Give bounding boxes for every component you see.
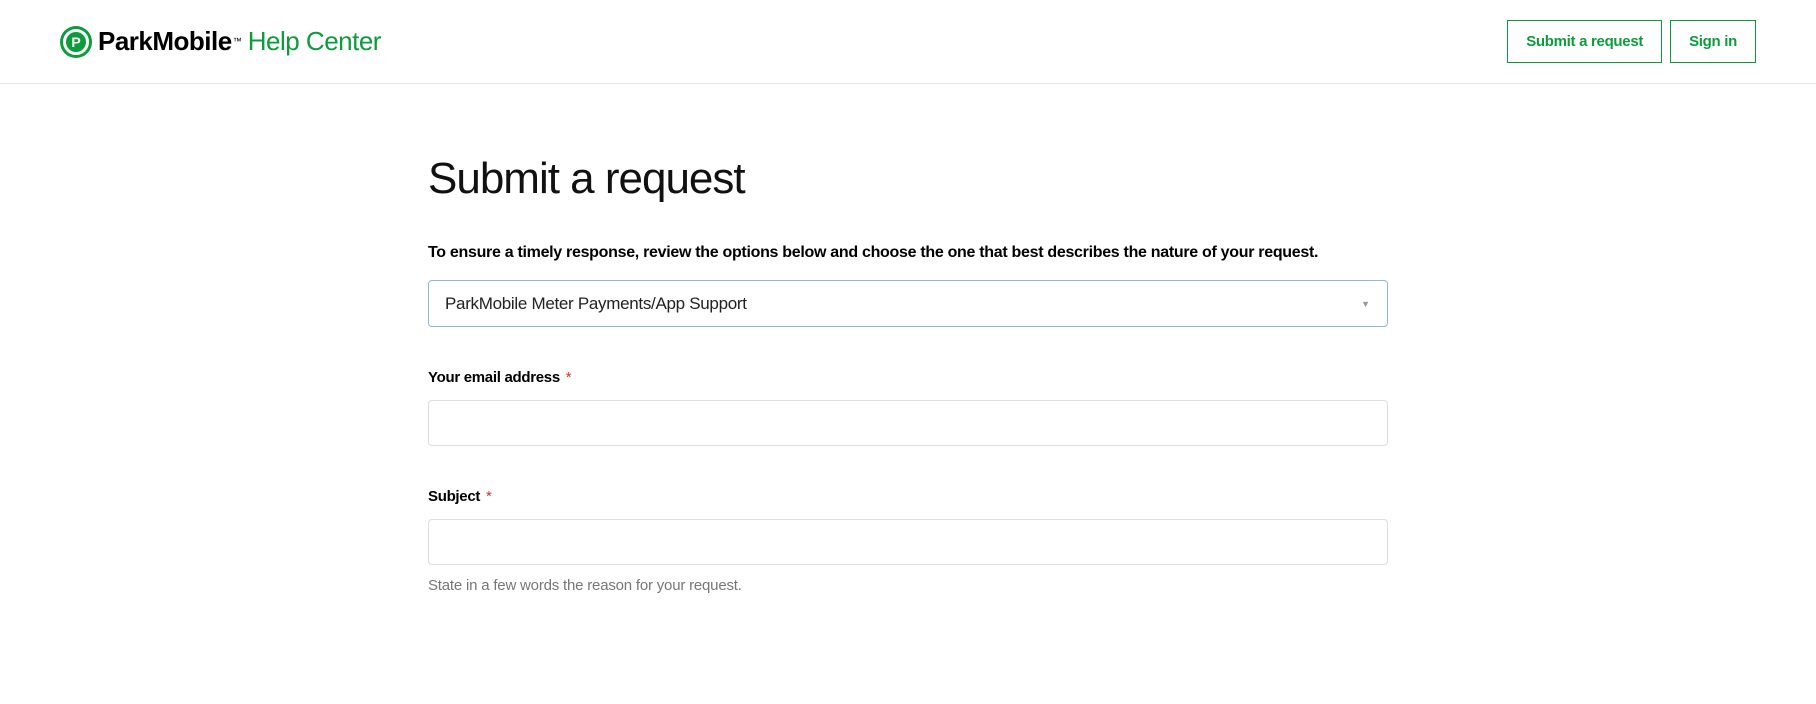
brand-name: ParkMobile xyxy=(98,26,232,56)
subject-field-group: Subject * State in a few words the reaso… xyxy=(428,488,1388,594)
email-input[interactable] xyxy=(428,400,1388,446)
form-instruction: To ensure a timely response, review the … xyxy=(428,244,1388,262)
subject-label-text: Subject xyxy=(428,488,480,505)
site-header: ParkMobile™ Help Center Submit a request … xyxy=(0,0,1816,84)
required-marker: * xyxy=(566,369,572,386)
required-marker: * xyxy=(486,488,492,505)
request-type-select-wrapper: ParkMobile Meter Payments/App Support ▼ xyxy=(428,280,1388,327)
email-field-group: Your email address * xyxy=(428,369,1388,488)
email-label: Your email address * xyxy=(428,369,1388,386)
brand-subtitle: Help Center xyxy=(248,26,381,56)
subject-hint: State in a few words the reason for your… xyxy=(428,577,1388,594)
sign-in-button[interactable]: Sign in xyxy=(1670,20,1756,63)
trademark-symbol: ™ xyxy=(233,36,242,46)
subject-label: Subject * xyxy=(428,488,1388,505)
header-actions: Submit a request Sign in xyxy=(1507,20,1756,63)
parkmobile-logo-icon xyxy=(60,26,92,58)
page-title: Submit a request xyxy=(428,154,1388,204)
email-label-text: Your email address xyxy=(428,369,560,386)
request-type-dropdown[interactable]: ParkMobile Meter Payments/App Support xyxy=(428,280,1388,327)
submit-request-button[interactable]: Submit a request xyxy=(1507,20,1662,63)
subject-input[interactable] xyxy=(428,519,1388,565)
main-content: Submit a request To ensure a timely resp… xyxy=(428,84,1388,634)
logo-area[interactable]: ParkMobile™ Help Center xyxy=(60,26,381,58)
